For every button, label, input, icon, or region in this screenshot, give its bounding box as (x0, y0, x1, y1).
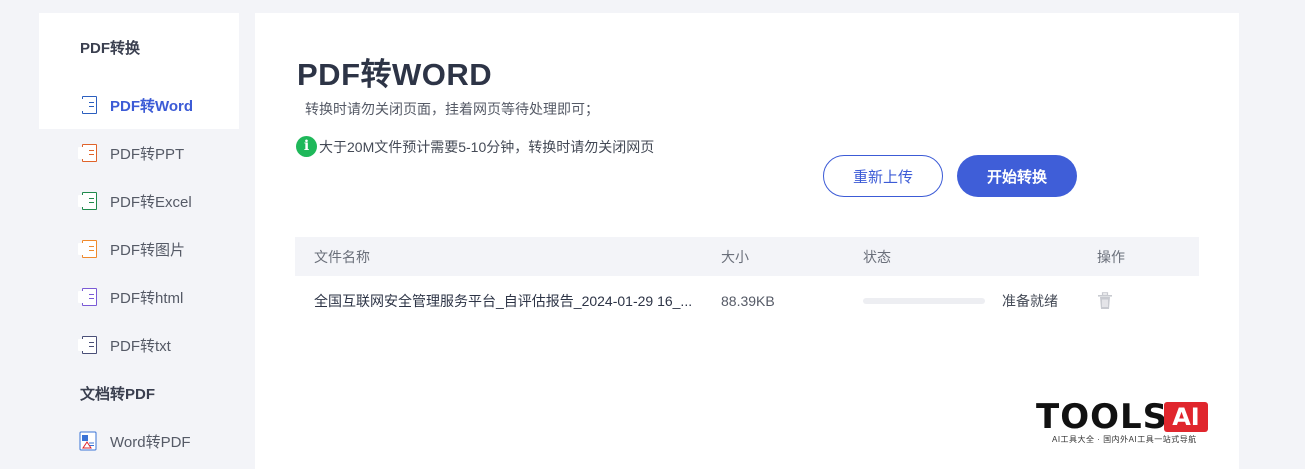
image-file-icon: ▲ (78, 239, 98, 259)
file-size: 88.39KB (721, 293, 775, 309)
sidebar-item-pdf-to-html[interactable]: H PDF转html (39, 273, 239, 321)
sidebar-item-pdf-to-txt[interactable]: T PDF转txt (39, 321, 239, 369)
sidebar-item-word-to-pdf[interactable]: Word转PDF (39, 417, 239, 465)
trash-icon[interactable] (1097, 292, 1113, 310)
progress-bar (863, 298, 985, 304)
table-row: 全国互联网安全管理服务平台_自评估报告_2024-01-29 16_... 88… (295, 276, 1199, 326)
ppt-file-icon: P (78, 143, 98, 163)
sidebar-item-label: PDF转图片 (110, 241, 186, 259)
page-title: PDF转WORD (297, 57, 493, 92)
header-file-name: 文件名称 (314, 248, 370, 265)
logo-subtitle: AI工具大全 · 国内外AI工具一站式导航 (1052, 435, 1197, 444)
notice-text: 大于20M文件预计需要5-10分钟，转换时请勿关闭网页 (319, 138, 655, 155)
header-action: 操作 (1097, 248, 1125, 265)
table-header: 文件名称 大小 状态 操作 (295, 237, 1199, 276)
info-icon: i (296, 136, 317, 157)
word-file-icon: W (78, 95, 98, 115)
sidebar-item-label: PDF转PPT (110, 145, 185, 163)
start-convert-button[interactable]: 开始转换 (957, 155, 1077, 197)
sidebar-group-pdf-convert: PDF转换 (39, 13, 239, 81)
sidebar-item-pdf-to-ppt[interactable]: P PDF转PPT (39, 129, 239, 177)
sidebar-item-pdf-to-excel[interactable]: X PDF转Excel (39, 177, 239, 225)
status-text: 准备就绪 (1002, 293, 1058, 309)
html-file-icon: H (78, 287, 98, 307)
file-name: 全国互联网安全管理服务平台_自评估报告_2024-01-29 16_... (314, 293, 693, 309)
logo-badge: AI (1164, 402, 1208, 432)
sidebar-item-label: PDF转html (110, 289, 184, 307)
word-to-pdf-icon (78, 431, 98, 451)
header-status: 状态 (863, 248, 891, 265)
logo-text: TOOLS (1036, 397, 1169, 437)
page-subtitle: 转换时请勿关闭页面，挂着网页等待处理即可； (305, 101, 599, 117)
excel-file-icon: X (78, 191, 98, 211)
sidebar-item-label: PDF转txt (110, 337, 171, 355)
size-notice: i 大于20M文件预计需要5-10分钟，转换时请勿关闭网页 (296, 136, 654, 157)
file-table: 文件名称 大小 状态 操作 全国互联网安全管理服务平台_自评估报告_2024-0… (295, 237, 1199, 326)
sidebar-item-label: Word转PDF (110, 433, 191, 451)
sidebar-item-label: PDF转Excel (110, 193, 192, 211)
reupload-button[interactable]: 重新上传 (823, 155, 943, 197)
header-size: 大小 (721, 248, 749, 265)
sidebar: PDF转换 W PDF转Word P PDF转PPT X PDF转Excel ▲… (39, 13, 239, 469)
sidebar-group-doc-to-pdf: 文档转PDF (39, 369, 239, 417)
sidebar-item-pdf-to-image[interactable]: ▲ PDF转图片 (39, 225, 239, 273)
sidebar-item-label: PDF转Word (110, 97, 194, 115)
txt-file-icon: T (78, 335, 98, 355)
sidebar-item-pdf-to-word[interactable]: W PDF转Word (39, 81, 239, 129)
tools-ai-logo: TOOLS AI AI工具大全 · 国内外AI工具一站式导航 (1036, 398, 1216, 446)
